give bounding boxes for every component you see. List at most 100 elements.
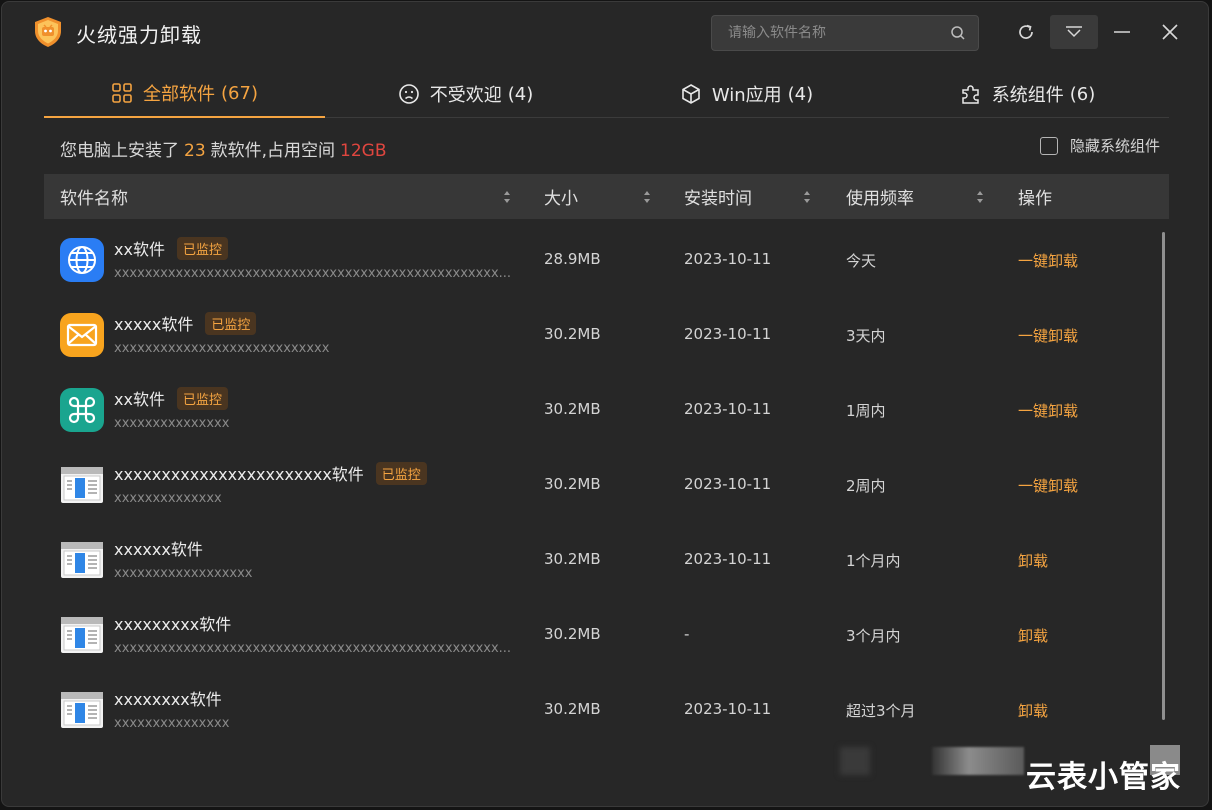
uninstall-button[interactable]: 一键卸载 <box>1018 250 1078 271</box>
install-date: 2023-10-11 <box>684 550 772 568</box>
title-bar: 火绒强力卸载 <box>2 2 1208 64</box>
software-name-text: xx软件 <box>114 240 165 259</box>
sort-frequency-icon[interactable] <box>975 188 985 206</box>
close-icon <box>1162 24 1178 40</box>
table-row[interactable]: xxxxx软件 已监控 xxxxxxxxxxxxxxxxxxxxxxxxxxxx … <box>44 297 1169 372</box>
uninstall-button[interactable]: 一键卸载 <box>1018 475 1078 496</box>
summary-middle: 款软件,占用空间 <box>210 141 336 161</box>
install-date: 2023-10-11 <box>684 325 772 343</box>
mail-icon <box>60 313 104 357</box>
globe-icon <box>60 238 104 282</box>
app-logo-icon <box>35 17 61 47</box>
software-size: 30.2MB <box>544 325 601 343</box>
minimize-button[interactable] <box>1106 15 1138 49</box>
menu-button[interactable] <box>1050 15 1098 49</box>
software-name: xxxxxxxx软件 <box>114 686 222 710</box>
monitored-badge: 已监控 <box>205 311 257 335</box>
hide-system-components-toggle[interactable]: 隐藏系统组件 <box>1040 135 1160 156</box>
software-size: 28.9MB <box>544 250 601 268</box>
usage-frequency: 1周内 <box>846 402 886 420</box>
app-window-icon <box>61 617 103 653</box>
tab-label: Win应用 <box>711 85 782 106</box>
column-header-date: 安装时间 <box>684 174 752 219</box>
install-path: xxxxxxxxxxxxxxxxxxxxxxxxxxxxxxxxxxxxxxxx… <box>114 641 512 656</box>
column-header-name: 软件名称 <box>60 174 128 219</box>
grid-icon <box>112 83 132 103</box>
install-date: 2023-10-11 <box>684 400 772 418</box>
uninstall-button[interactable]: 卸载 <box>1018 550 1048 571</box>
install-date: 2023-10-11 <box>684 250 772 268</box>
software-name: xx软件 已监控 <box>114 236 228 260</box>
column-header-size: 大小 <box>544 174 578 219</box>
usage-frequency: 3天内 <box>846 327 886 345</box>
install-date: - <box>684 625 690 643</box>
tab-all-software[interactable]: 全部软件 (67) <box>44 70 325 118</box>
table-row[interactable]: xx软件 已监控 xxxxxxxxxxxxxxx 30.2MB 2023-10-1… <box>44 372 1169 447</box>
search-icon[interactable] <box>950 25 966 41</box>
tab-win-apps[interactable]: Win应用 (4) <box>606 70 887 118</box>
search-box[interactable] <box>711 15 979 51</box>
app-window-icon <box>61 542 103 578</box>
column-freq-label: 使用频率 <box>846 189 914 209</box>
search-input[interactable] <box>712 16 942 50</box>
software-name-text: xxxxxxxxx软件 <box>114 615 232 634</box>
software-size: 30.2MB <box>544 550 601 568</box>
software-size: 30.2MB <box>544 400 601 418</box>
software-count: 23 <box>184 141 206 161</box>
sort-size-icon[interactable] <box>642 188 652 206</box>
uninstall-button[interactable]: 一键卸载 <box>1018 325 1078 346</box>
category-tabs: 全部软件 (67) 不受欢迎 (4) Win应用 (4) 系统组件 (6) <box>44 70 1169 118</box>
usage-frequency: 今天 <box>846 252 877 270</box>
install-path: xxxxxxxxxxxxxxx <box>114 416 230 431</box>
dropdown-menu-icon <box>1066 26 1082 38</box>
tab-system-components[interactable]: 系统组件 (6) <box>887 70 1168 118</box>
column-size-label: 大小 <box>544 189 578 209</box>
software-name: xxxxxx软件 <box>114 536 203 560</box>
software-size: 30.2MB <box>544 475 601 493</box>
monitored-badge: 已监控 <box>176 386 228 410</box>
table-row[interactable]: xxxxxx软件 xxxxxxxxxxxxxxxxxx 30.2MB 2023-… <box>44 522 1169 597</box>
install-path: xxxxxxxxxxxxxxxxxx <box>114 566 253 581</box>
list-scrollbar[interactable] <box>1162 232 1165 720</box>
table-row[interactable]: xx软件 已监控 xxxxxxxxxxxxxxxxxxxxxxxxxxxxxxxx… <box>44 222 1169 297</box>
table-row[interactable]: xxxxxxxxx软件 xxxxxxxxxxxxxxxxxxxxxxxxxxxx… <box>44 597 1169 672</box>
sort-date-icon[interactable] <box>802 188 812 206</box>
column-name-label: 软件名称 <box>60 189 128 209</box>
software-name: xxxxxxxxxxxxxxxxxxxxxxx软件 已监控 <box>114 461 427 485</box>
close-button[interactable] <box>1154 15 1186 49</box>
blurred-region <box>932 747 1024 775</box>
tab-label: 不受欢迎 <box>429 85 502 106</box>
uninstall-button[interactable]: 卸载 <box>1018 700 1048 721</box>
table-row[interactable]: xxxxxxxxxxxxxxxxxxxxxxx软件 已监控 xxxxxxxxxxx… <box>44 447 1169 522</box>
cube-icon <box>682 84 700 104</box>
column-header-action: 操作 <box>1018 174 1052 219</box>
refresh-icon <box>1019 24 1033 39</box>
usage-frequency: 超过3个月 <box>846 702 916 720</box>
install-path: xxxxxxxxxxxxxxx <box>114 716 230 731</box>
usage-frequency: 1个月内 <box>846 552 901 570</box>
monitored-badge: 已监控 <box>375 461 427 485</box>
minimize-icon <box>1114 31 1130 33</box>
tab-unpopular[interactable]: 不受欢迎 (4) <box>325 70 606 118</box>
column-date-label: 安装时间 <box>684 189 752 209</box>
table-row[interactable]: xxxxxxxx软件 xxxxxxxxxxxxxxx 30.2MB 2023-1… <box>44 672 1169 747</box>
uninstall-button[interactable]: 一键卸载 <box>1018 400 1078 421</box>
tab-count: (6) <box>1069 83 1096 105</box>
column-op-label: 操作 <box>1018 189 1052 209</box>
software-name-text: xx软件 <box>114 390 165 409</box>
tab-count: (4) <box>507 83 534 105</box>
uninstall-button[interactable]: 卸载 <box>1018 625 1048 646</box>
install-path: xxxxxxxxxxxxxx <box>114 491 222 506</box>
sort-name-icon[interactable] <box>502 188 512 206</box>
refresh-button[interactable] <box>1010 15 1042 49</box>
app-window-icon <box>61 692 103 728</box>
tab-label: 全部软件 <box>143 84 216 105</box>
software-name-text: xxxxx软件 <box>114 315 194 334</box>
app-window-icon <box>61 467 103 503</box>
usage-frequency: 3个月内 <box>846 627 901 645</box>
hide-system-checkbox[interactable] <box>1040 136 1058 155</box>
software-name: xx软件 已监控 <box>114 386 228 410</box>
app-window: 火绒强力卸载 请输入软件名称 全部软件 (67) 不受欢迎 (4) Win应用 … <box>1 1 1209 807</box>
puzzle-icon <box>962 85 979 104</box>
software-name-text: xxxxxx软件 <box>114 540 203 559</box>
